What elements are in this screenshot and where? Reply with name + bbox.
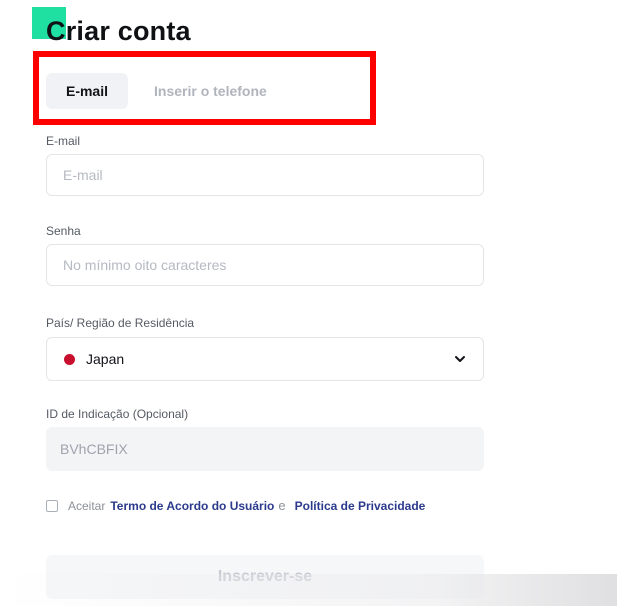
tab-phone[interactable]: Inserir o telefone bbox=[154, 73, 267, 109]
terms-conjunction: e bbox=[278, 498, 286, 513]
country-select[interactable]: Japan bbox=[46, 337, 484, 381]
email-field-wrapper bbox=[46, 154, 484, 196]
terms-checkbox[interactable] bbox=[46, 499, 58, 512]
email-field[interactable] bbox=[61, 166, 483, 184]
terms-prefix: Aceitar bbox=[68, 498, 106, 513]
referral-label: ID de Indicação (Opcional) bbox=[46, 407, 189, 421]
signup-page: Criar conta E-mail Inserir o telefone E-… bbox=[0, 0, 617, 606]
password-field[interactable] bbox=[61, 256, 483, 274]
user-agreement-link[interactable]: Termo de Acordo do Usuário bbox=[110, 499, 274, 513]
password-label: Senha bbox=[46, 224, 81, 238]
country-label: País/ Região de Residência bbox=[46, 316, 195, 330]
privacy-policy-link[interactable]: Política de Privacidade bbox=[295, 499, 426, 513]
chevron-down-icon bbox=[455, 356, 465, 362]
japan-flag-icon bbox=[64, 353, 75, 365]
terms-row: Aceitar Termo de Acordo do Usuário e Pol… bbox=[46, 498, 425, 513]
signup-button[interactable]: Inscrever-se bbox=[46, 555, 484, 599]
email-label: E-mail bbox=[46, 134, 81, 148]
password-field-wrapper bbox=[46, 244, 484, 286]
country-value: Japan bbox=[86, 351, 125, 367]
signup-method-tabs: E-mail Inserir o telefone bbox=[46, 73, 267, 109]
referral-field[interactable]: BVhCBFIX bbox=[46, 427, 484, 471]
page-title: Criar conta bbox=[46, 16, 191, 46]
tab-email[interactable]: E-mail bbox=[46, 73, 128, 109]
